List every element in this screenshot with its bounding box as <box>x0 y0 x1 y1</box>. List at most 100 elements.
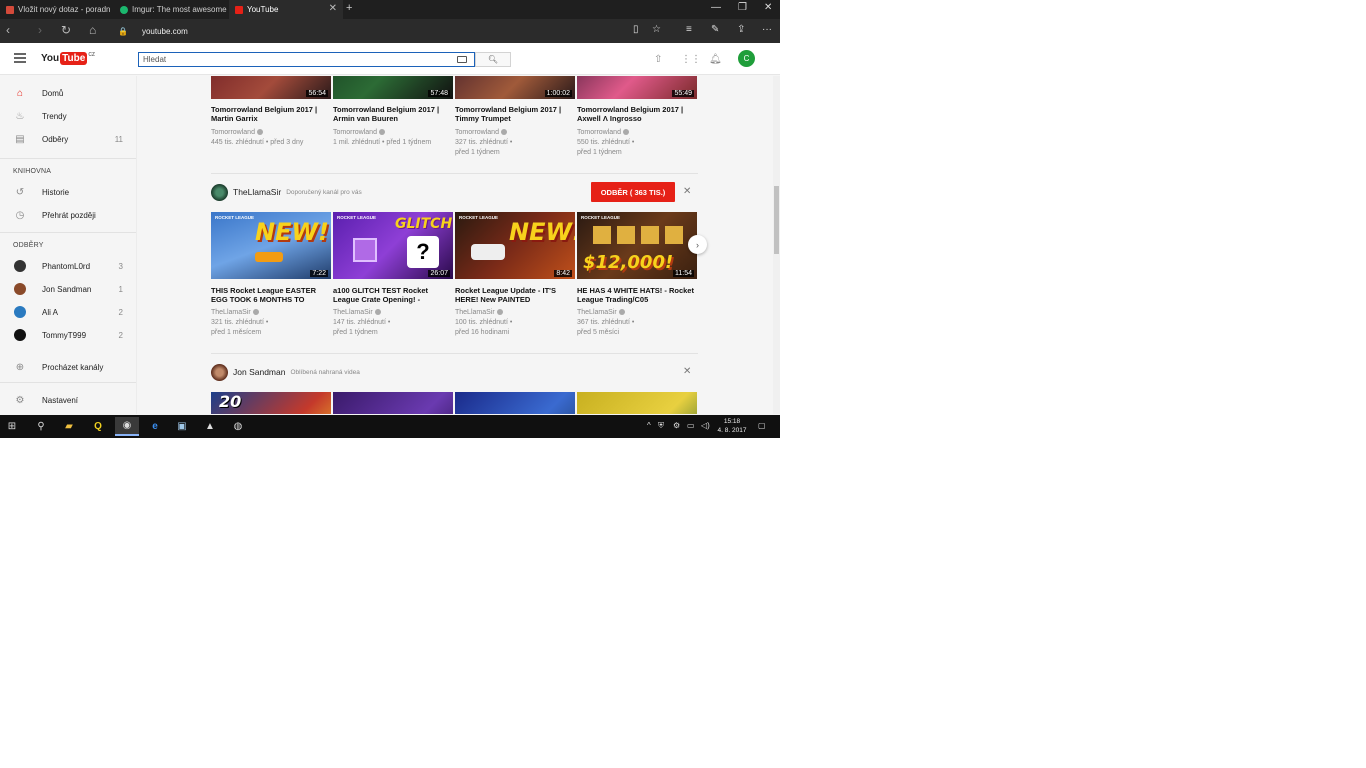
back-icon[interactable]: ‹ <box>6 23 10 37</box>
search-input[interactable]: Hledat <box>138 52 475 67</box>
account-avatar[interactable]: C <box>738 50 755 67</box>
home-icon[interactable]: ⌂ <box>89 23 96 37</box>
channel-avatar[interactable] <box>211 363 228 381</box>
notifications-bell-icon[interactable]: 🔔︎ <box>709 54 722 65</box>
sidebar-sub-ali-a[interactable]: Ali A 2 <box>0 303 136 321</box>
video-title[interactable]: Rocket League Update - IT'S HERE! New PA… <box>455 286 573 304</box>
sidebar-item-label: Přehrát později <box>42 210 96 220</box>
sidebar-item-subscriptions[interactable]: ▤ Odběry 11 <box>0 130 136 148</box>
video-thumbnail[interactable]: 1:00:02 <box>455 76 575 99</box>
video-channel[interactable]: TheLlamaSir <box>211 309 251 316</box>
taskbar-app-globe[interactable]: ◍ <box>226 417 250 436</box>
sidebar-item-settings[interactable]: ⚙ Nastavení <box>0 391 136 409</box>
shelf-channel-name[interactable]: TheLlamaSir <box>233 187 281 197</box>
video-thumbnail[interactable]: 56:54 <box>211 76 331 99</box>
video-thumbnail[interactable] <box>333 392 453 414</box>
reading-view-icon[interactable]: ▯ <box>633 24 639 35</box>
video-channel[interactable]: Tomorrowland <box>333 129 377 136</box>
video-thumbnail[interactable]: ROCKET LEAGUE GLITCH ? 26:07 <box>333 212 453 279</box>
upload-icon[interactable]: ⇧ <box>654 54 662 65</box>
sidebar-item-history[interactable]: ↺ Historie <box>0 183 136 201</box>
video-title[interactable]: Tomorrowland Belgium 2017 | Martin Garri… <box>211 105 329 123</box>
shelf-channel-name[interactable]: Jon Sandman <box>233 367 285 377</box>
share-icon[interactable]: ⇪ <box>737 24 745 35</box>
hat-crate-shape <box>593 226 611 244</box>
dismiss-shelf-button[interactable]: ✕ <box>683 186 691 197</box>
video-thumbnail[interactable]: ROCKET LEAGUE $12,000! 11:54 <box>577 212 697 279</box>
more-icon[interactable]: ··· <box>762 24 772 35</box>
subscriptions-icon: ▤ <box>15 133 25 145</box>
new-tab-button[interactable]: + <box>346 2 352 14</box>
video-channel[interactable]: TheLlamaSir <box>577 309 617 316</box>
tray-shield-icon[interactable]: ⛨ <box>658 421 664 431</box>
sidebar-sub-tommyt999[interactable]: TommyT999 2 <box>0 326 136 344</box>
taskbar-app-blue[interactable]: ▣ <box>170 417 194 436</box>
taskbar-steam[interactable]: ◉ <box>115 417 139 436</box>
channel-avatar[interactable] <box>211 183 228 201</box>
browser-tab-poradna[interactable]: Vložit nový dotaz - poradn <box>0 0 112 19</box>
video-channel[interactable]: Tomorrowland <box>211 129 255 136</box>
sidebar-item-trending[interactable]: ♨ Trendy <box>0 107 136 125</box>
search-button[interactable]: 🔍︎ <box>475 52 511 67</box>
video-channel[interactable]: Tomorrowland <box>577 129 621 136</box>
shelf-next-button[interactable]: › <box>688 235 707 254</box>
url-field[interactable]: 🔒 youtube.com <box>118 24 628 38</box>
taskbar-app-mountain[interactable]: ▲ <box>198 417 222 436</box>
forward-icon[interactable]: › <box>38 23 42 37</box>
video-channel[interactable]: TheLlamaSir <box>455 309 495 316</box>
tray-volume-icon[interactable]: ◁) <box>701 421 710 430</box>
browser-tab-youtube[interactable]: YouTube ✕ <box>229 0 343 19</box>
minimize-icon[interactable]: — <box>711 2 721 13</box>
taskbar-edge[interactable]: e <box>143 417 167 436</box>
taskbar-file-explorer[interactable]: ▰ <box>57 417 81 436</box>
keyboard-icon[interactable] <box>457 56 467 63</box>
sidebar-item-browse-channels[interactable]: ⊕ Procházet kanály <box>0 358 136 376</box>
apps-grid-icon[interactable]: ⋮⋮ <box>681 54 701 65</box>
verified-icon <box>496 309 503 316</box>
video-thumbnail[interactable]: 20 <box>211 392 331 414</box>
hub-icon[interactable]: ≡ <box>686 24 692 35</box>
video-thumbnail[interactable]: 55:49 <box>577 76 697 99</box>
video-title[interactable]: Tomorrowland Belgium 2017 | Timmy Trumpe… <box>455 105 573 123</box>
taskbar-clock[interactable]: 15:18 4. 8. 2017 <box>710 417 754 435</box>
tray-settings-icon[interactable]: ⚙ <box>673 421 680 430</box>
youtube-logo[interactable]: You Tube CZ <box>41 52 95 65</box>
browser-tab-imgur[interactable]: Imgur: The most awesome i <box>114 0 228 19</box>
video-title[interactable]: HE HAS 4 WHITE HATS! - Rocket League Tra… <box>577 286 695 304</box>
menu-icon[interactable] <box>14 53 26 63</box>
video-title[interactable]: Tomorrowland Belgium 2017 | Axwell Λ Ing… <box>577 105 695 123</box>
restore-icon[interactable]: ❐ <box>738 2 747 13</box>
tray-network-icon[interactable]: ▭ <box>687 421 695 430</box>
start-button[interactable]: ⊞ <box>0 417 24 436</box>
video-channel[interactable]: Tomorrowland <box>455 129 499 136</box>
close-window-icon[interactable]: ✕ <box>764 2 772 13</box>
video-thumbnail[interactable] <box>577 392 697 414</box>
web-note-icon[interactable]: ✎ <box>711 24 719 35</box>
taskbar-app-q[interactable]: Q <box>86 417 110 436</box>
sidebar-sub-phantoml0rd[interactable]: PhantomL0rd 3 <box>0 257 136 275</box>
action-center-icon[interactable]: ▢ <box>758 421 766 430</box>
video-title[interactable]: THIS Rocket League EASTER EGG TOOK 6 MON… <box>211 286 329 304</box>
tray-chevron-up-icon[interactable]: ^ <box>647 421 651 430</box>
subscribe-button[interactable]: ODBĚR ( 363 TIS.) <box>591 182 675 202</box>
video-thumbnail[interactable]: 57:48 <box>333 76 453 99</box>
video-thumbnail[interactable]: ROCKET LEAGUE NEW! 8:42 <box>455 212 575 279</box>
refresh-icon[interactable]: ↻ <box>61 23 71 37</box>
app-icon: ▣ <box>177 421 187 432</box>
scrollbar-thumb[interactable] <box>774 186 779 254</box>
page-scrollbar[interactable] <box>773 76 780 414</box>
video-title[interactable]: Tomorrowland Belgium 2017 | Armin van Bu… <box>333 105 451 123</box>
favorite-star-icon[interactable]: ☆ <box>652 24 661 35</box>
close-tab-icon[interactable]: ✕ <box>329 3 337 14</box>
clock-date: 4. 8. 2017 <box>717 427 747 434</box>
video-channel[interactable]: TheLlamaSir <box>333 309 373 316</box>
sidebar-sub-jon-sandman[interactable]: Jon Sandman 1 <box>0 280 136 298</box>
video-thumbnail[interactable] <box>455 392 575 414</box>
sidebar-item-home[interactable]: ⌂ Domů <box>0 84 136 102</box>
video-thumbnail[interactable]: ROCKET LEAGUE NEW! 7:22 <box>211 212 331 279</box>
windows-logo-icon: ⊞ <box>7 421 17 432</box>
video-title[interactable]: a100 GLITCH TEST Rocket League Crate Ope… <box>333 286 451 304</box>
taskbar-search-button[interactable]: ⚲ <box>29 417 53 436</box>
dismiss-shelf-button[interactable]: ✕ <box>683 366 691 377</box>
sidebar-item-watch-later[interactable]: ◷ Přehrát později <box>0 206 136 224</box>
